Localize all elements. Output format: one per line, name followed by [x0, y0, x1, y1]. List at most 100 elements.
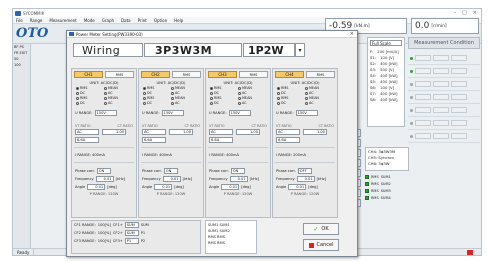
mode-radio[interactable]: MEAN [104, 96, 132, 100]
measurement-list-row[interactable]: RMS SUM3 [365, 187, 409, 194]
channel-button[interactable]: CH2 [141, 71, 170, 78]
channel-button[interactable]: CH1 [74, 71, 103, 78]
menu-mode[interactable]: Mode [84, 18, 95, 23]
cf-checkbox[interactable]: CF1+ [113, 223, 123, 227]
ok-button[interactable]: ✓ OK [303, 223, 339, 235]
cf-select[interactable]: SUM [124, 230, 139, 236]
mode-radio[interactable]: MEAN [238, 96, 266, 100]
channel-mode-button[interactable]: RMS [306, 71, 335, 78]
mode-radio[interactable]: AC [305, 91, 333, 95]
cf-checkbox[interactable]: CF3+ [113, 239, 123, 243]
ct-ratio-input[interactable]: 1.00 [303, 129, 327, 135]
mode-radio[interactable]: RMS [143, 96, 171, 100]
channel-button[interactable]: CH4 [275, 71, 304, 78]
phase-select[interactable]: ON [230, 168, 245, 174]
sensor-select[interactable]: AC [276, 129, 300, 135]
menu-file[interactable]: File [16, 18, 23, 23]
mode-radio[interactable]: RMS [277, 96, 305, 100]
ct-ratio-input[interactable]: 1.00 [236, 129, 260, 135]
sensor-range-select[interactable]: 6.6A [276, 137, 300, 143]
mode-radio[interactable]: DC [143, 91, 171, 95]
mode-radio[interactable]: RMS [210, 86, 238, 90]
condition-row[interactable] [408, 130, 480, 143]
mode-radio[interactable]: AC [104, 101, 132, 105]
checkbox-icon[interactable] [365, 181, 369, 186]
menu-help[interactable]: Help [174, 18, 183, 23]
mode-radio[interactable]: DC [143, 101, 171, 105]
phase-select[interactable]: ON [96, 168, 111, 174]
u-range-select[interactable]: 150V [228, 110, 251, 116]
mode-radio[interactable]: AC [305, 101, 333, 105]
maximize-button[interactable]: □ [462, 10, 467, 16]
condition-row[interactable] [408, 104, 480, 117]
close-button[interactable]: × [473, 10, 477, 16]
mode-radio[interactable]: AC [171, 101, 199, 105]
mode-radio[interactable]: RMS [277, 86, 305, 90]
u-range-select[interactable]: 150V [295, 110, 318, 116]
mode-radio[interactable]: AC [171, 91, 199, 95]
mode-radio[interactable]: MEAN [171, 86, 199, 90]
u-range-select[interactable]: 150V [94, 110, 117, 116]
measurement-list-row[interactable]: RMS SUM1 [365, 173, 409, 180]
sensor-select[interactable]: AC [209, 129, 233, 135]
mode-radio[interactable]: DC [76, 91, 104, 95]
measurement-list-row[interactable]: RMS SUM2 [365, 180, 409, 187]
menu-graph[interactable]: Graph [102, 18, 114, 23]
mode-radio[interactable]: MEAN [305, 96, 333, 100]
cf-select[interactable]: SUM [124, 222, 139, 228]
menu-option[interactable]: Option [154, 18, 167, 23]
cf-checkbox[interactable]: CF2+ [113, 231, 123, 235]
phase-select[interactable]: OFF [297, 168, 312, 174]
ct-ratio-input[interactable]: 1.00 [102, 129, 126, 135]
mode-radio[interactable]: DC [277, 91, 305, 95]
sensor-range-select[interactable]: 6.6A [75, 137, 99, 143]
channel-button[interactable]: CH3 [208, 71, 237, 78]
condition-row[interactable] [408, 78, 480, 91]
checkbox-icon[interactable] [365, 174, 369, 179]
mode-radio[interactable]: DC [277, 101, 305, 105]
condition-row[interactable] [408, 52, 480, 65]
condition-row[interactable] [408, 91, 480, 104]
measurement-list-row[interactable]: RMS SUM4 [365, 194, 409, 201]
mode-radio[interactable]: AC [238, 91, 266, 95]
channel-mode-button[interactable]: RMS [105, 71, 134, 78]
mode-radio[interactable]: MEAN [238, 86, 266, 90]
checkbox-icon[interactable] [365, 188, 369, 193]
mode-radio[interactable]: AC [104, 91, 132, 95]
mode-radio[interactable]: AC [238, 101, 266, 105]
full-scale-select[interactable]: Full Scale [370, 40, 402, 46]
menu-measurement[interactable]: Measurement [49, 18, 76, 23]
cf-select[interactable]: P1 [124, 238, 139, 244]
u-range-select[interactable]: 150V [161, 110, 184, 116]
frequency-input[interactable]: 0.01 [162, 176, 181, 182]
frequency-input[interactable]: 0.01 [229, 176, 248, 182]
angle-input[interactable]: 0.01 [154, 184, 173, 190]
angle-input[interactable]: 0.01 [288, 184, 307, 190]
mode-radio[interactable]: DC [76, 101, 104, 105]
frequency-input[interactable]: 0.01 [95, 176, 114, 182]
channel-mode-button[interactable]: RMS [239, 71, 268, 78]
mode-radio[interactable]: MEAN [104, 86, 132, 90]
mode-radio[interactable]: RMS [143, 86, 171, 90]
menu-data[interactable]: Data [121, 18, 131, 23]
angle-input[interactable]: 0.01 [221, 184, 240, 190]
sync-row[interactable]: RMS RMS [208, 240, 254, 246]
mode-radio[interactable]: DC [210, 101, 238, 105]
frequency-input[interactable]: 0.01 [296, 176, 315, 182]
menu-print[interactable]: Print [138, 18, 147, 23]
phase-select[interactable]: ON [163, 168, 178, 174]
menu-range[interactable]: Range [30, 18, 43, 23]
dialog-close-button[interactable]: × [350, 31, 354, 37]
mode-radio[interactable]: RMS [76, 96, 104, 100]
condition-row[interactable] [408, 65, 480, 78]
wiring-select[interactable]: 1P2W [243, 43, 295, 57]
checkbox-icon[interactable] [365, 195, 369, 200]
condition-row[interactable] [408, 117, 480, 130]
mode-radio[interactable]: RMS [210, 96, 238, 100]
mode-radio[interactable]: MEAN [171, 96, 199, 100]
cancel-button[interactable]: Cancel [303, 239, 339, 251]
angle-input[interactable]: 0.01 [87, 184, 106, 190]
minimize-button[interactable]: – [454, 10, 457, 16]
mode-radio[interactable]: MEAN [305, 86, 333, 90]
sensor-select[interactable]: AC [75, 129, 99, 135]
